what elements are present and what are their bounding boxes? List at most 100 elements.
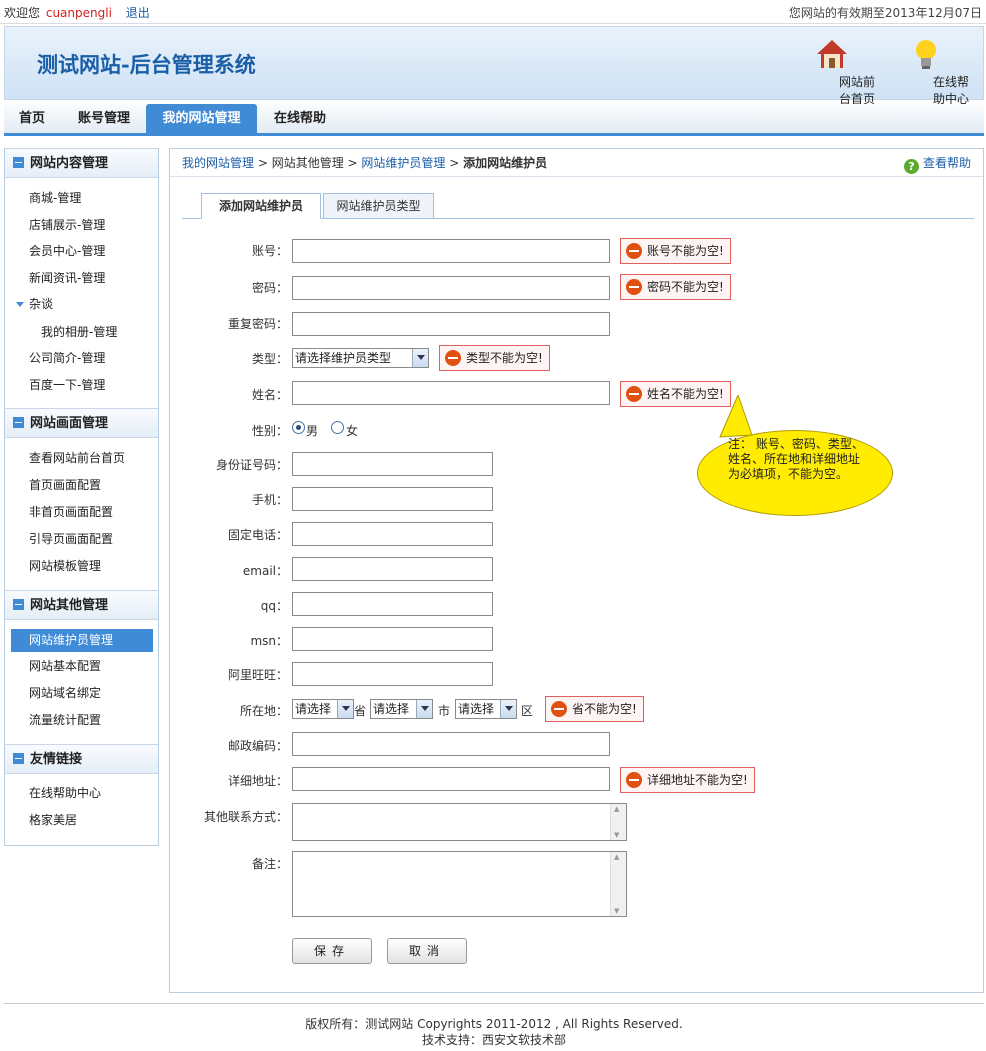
province-select[interactable]: 请选择 bbox=[292, 699, 354, 719]
address-label: 详细地址： bbox=[227, 774, 288, 788]
repeat-password-input[interactable] bbox=[292, 312, 610, 336]
sidebar-item-news[interactable]: 新闻资讯-管理 bbox=[5, 265, 158, 291]
postcode-input[interactable] bbox=[292, 732, 610, 756]
view-help-link[interactable]: ? 查看帮助 bbox=[903, 149, 971, 177]
password-input[interactable] bbox=[292, 276, 610, 300]
collapse-icon bbox=[13, 753, 24, 764]
sidebar-item-mall[interactable]: 商城-管理 bbox=[5, 185, 158, 211]
tab-add-maintainer[interactable]: 添加网站维护员 bbox=[201, 193, 321, 219]
sidebar-item-template[interactable]: 网站模板管理 bbox=[5, 553, 158, 579]
sidebar-item-shop[interactable]: 店铺展示-管理 bbox=[5, 212, 158, 238]
sidebar-item-guide-config[interactable]: 引导页画面配置 bbox=[5, 526, 158, 552]
account-input[interactable] bbox=[292, 239, 610, 263]
sidebar-item-basic-config[interactable]: 网站基本配置 bbox=[5, 653, 158, 679]
save-button[interactable]: 保存 bbox=[292, 938, 372, 964]
sidebar-item-album[interactable]: 我的相册-管理 bbox=[5, 319, 158, 345]
id-card-input[interactable] bbox=[292, 452, 493, 476]
sidebar-item-misc[interactable]: 杂谈 bbox=[5, 291, 158, 317]
type-error: 类型不能为空! bbox=[439, 345, 550, 371]
sidebar-section-other[interactable]: 网站其他管理 bbox=[5, 590, 158, 620]
scrollbar[interactable] bbox=[610, 852, 626, 916]
sidebar-item-domain[interactable]: 网站域名绑定 bbox=[5, 680, 158, 706]
chevron-down-icon bbox=[500, 700, 516, 718]
error-icon bbox=[626, 279, 642, 295]
chevron-down-icon bbox=[412, 349, 428, 367]
expand-icon bbox=[16, 302, 24, 307]
copyright-text: 版权所有：测试网站 Copyrights 2011-2012 , All Rig… bbox=[305, 1017, 683, 1031]
frontend-home-link[interactable]: 网站前台首页 bbox=[789, 37, 875, 106]
sidebar-item-company[interactable]: 公司简介-管理 bbox=[5, 345, 158, 371]
breadcrumb-my-site[interactable]: 我的网站管理 bbox=[182, 156, 254, 170]
type-label: 类型： bbox=[251, 352, 288, 366]
breadcrumb-maintainer[interactable]: 网站维护员管理 bbox=[361, 156, 445, 170]
required-note-bubble: 注： 账号、密码、类型、姓名、所在地和详细地址为必填项，不能为空。 bbox=[697, 430, 893, 516]
address-input[interactable] bbox=[292, 767, 610, 791]
qq-input[interactable] bbox=[292, 592, 493, 616]
aliwangwang-input[interactable] bbox=[292, 662, 493, 686]
phone-label: 固定电话： bbox=[227, 528, 288, 542]
name-label: 姓名： bbox=[251, 388, 288, 402]
sidebar-item-help-center[interactable]: 在线帮助中心 bbox=[5, 780, 158, 806]
sidebar-item-baidu[interactable]: 百度一下-管理 bbox=[5, 372, 158, 398]
mobile-input[interactable] bbox=[292, 487, 493, 511]
top-bar: 欢迎您 cuanpengli 退出 您网站的有效期至2013年12月07日 bbox=[0, 0, 986, 24]
collapse-icon bbox=[13, 157, 24, 168]
other-contact-textarea[interactable] bbox=[292, 803, 627, 841]
nav-home[interactable]: 首页 bbox=[4, 104, 60, 133]
name-input[interactable] bbox=[292, 381, 610, 405]
email-input[interactable] bbox=[292, 557, 493, 581]
sidebar-item-stats[interactable]: 流量统计配置 bbox=[5, 707, 158, 733]
username-link[interactable]: cuanpengli bbox=[46, 6, 112, 20]
breadcrumb-current: 添加网站维护员 bbox=[463, 156, 548, 170]
welcome-text: 欢迎您 bbox=[4, 6, 41, 20]
district-select[interactable]: 请选择 bbox=[455, 699, 517, 719]
expiry-text: 您网站的有效期至2013年12月07日 bbox=[788, 6, 982, 20]
postcode-label: 邮政编码： bbox=[227, 739, 288, 753]
nav-help[interactable]: 在线帮助 bbox=[262, 104, 338, 133]
repeat-password-label: 重复密码： bbox=[227, 317, 288, 331]
mobile-label: 手机： bbox=[251, 493, 288, 507]
welcome-area: 欢迎您 cuanpengli 退出 bbox=[4, 4, 150, 21]
sidebar-item-maintainer[interactable]: 网站维护员管理 bbox=[11, 629, 153, 652]
district-unit: 区 bbox=[521, 704, 534, 718]
nav-my-site[interactable]: 我的网站管理 bbox=[146, 104, 257, 133]
gender-female-label: 女 bbox=[346, 424, 359, 438]
sidebar-item-view-front[interactable]: 查看网站前台首页 bbox=[5, 445, 158, 471]
cancel-button[interactable]: 取消 bbox=[387, 938, 467, 964]
password-label: 密码： bbox=[251, 281, 288, 295]
online-help-link[interactable]: 在线帮助中心 bbox=[883, 37, 969, 106]
msn-input[interactable] bbox=[292, 627, 493, 651]
error-icon bbox=[551, 701, 567, 717]
site-title: 测试网站-后台管理系统 bbox=[37, 52, 256, 77]
support-text: 技术支持：西安文软技术部 bbox=[421, 1033, 566, 1047]
other-contact-label: 其他联系方式： bbox=[203, 810, 288, 824]
sidebar-item-member[interactable]: 会员中心-管理 bbox=[5, 238, 158, 264]
phone-input[interactable] bbox=[292, 522, 493, 546]
tab-bar: 添加网站维护员 网站维护员类型 bbox=[182, 193, 974, 219]
footer: 版权所有：测试网站 Copyrights 2011-2012 , All Rig… bbox=[4, 1003, 984, 1048]
tab-maintainer-type[interactable]: 网站维护员类型 bbox=[323, 193, 434, 219]
province-unit: 省 bbox=[354, 704, 367, 718]
breadcrumb: 我的网站管理 > 网站其他管理 > 网站维护员管理 > 添加网站维护员 ? 查看帮… bbox=[170, 149, 983, 177]
breadcrumb-other: 网站其他管理 bbox=[271, 156, 344, 170]
sidebar-section-links[interactable]: 友情链接 bbox=[5, 744, 158, 774]
sidebar-section-content[interactable]: 网站内容管理 bbox=[5, 148, 158, 178]
lightbulb-icon bbox=[916, 40, 936, 69]
nav-account[interactable]: 账号管理 bbox=[64, 104, 144, 133]
sidebar-item-nonhome-config[interactable]: 非首页画面配置 bbox=[5, 499, 158, 525]
logout-link[interactable]: 退出 bbox=[126, 6, 150, 20]
city-select[interactable]: 请选择 bbox=[370, 699, 433, 719]
location-error: 省不能为空! bbox=[545, 696, 644, 722]
sidebar-item-home-config[interactable]: 首页画面配置 bbox=[5, 472, 158, 498]
gender-male-radio[interactable] bbox=[292, 421, 305, 434]
scrollbar[interactable] bbox=[610, 804, 626, 840]
sidebar-item-gejia[interactable]: 格家美居 bbox=[5, 807, 158, 833]
sidebar-section-layout[interactable]: 网站画面管理 bbox=[5, 408, 158, 438]
aliwangwang-label: 阿里旺旺： bbox=[227, 668, 288, 682]
type-select[interactable]: 请选择维护员类型 bbox=[292, 348, 429, 368]
gender-female-radio[interactable] bbox=[331, 421, 344, 434]
gender-male-label: 男 bbox=[306, 424, 319, 438]
collapse-icon bbox=[13, 599, 24, 610]
remark-textarea[interactable] bbox=[292, 851, 627, 917]
error-icon bbox=[626, 243, 642, 259]
